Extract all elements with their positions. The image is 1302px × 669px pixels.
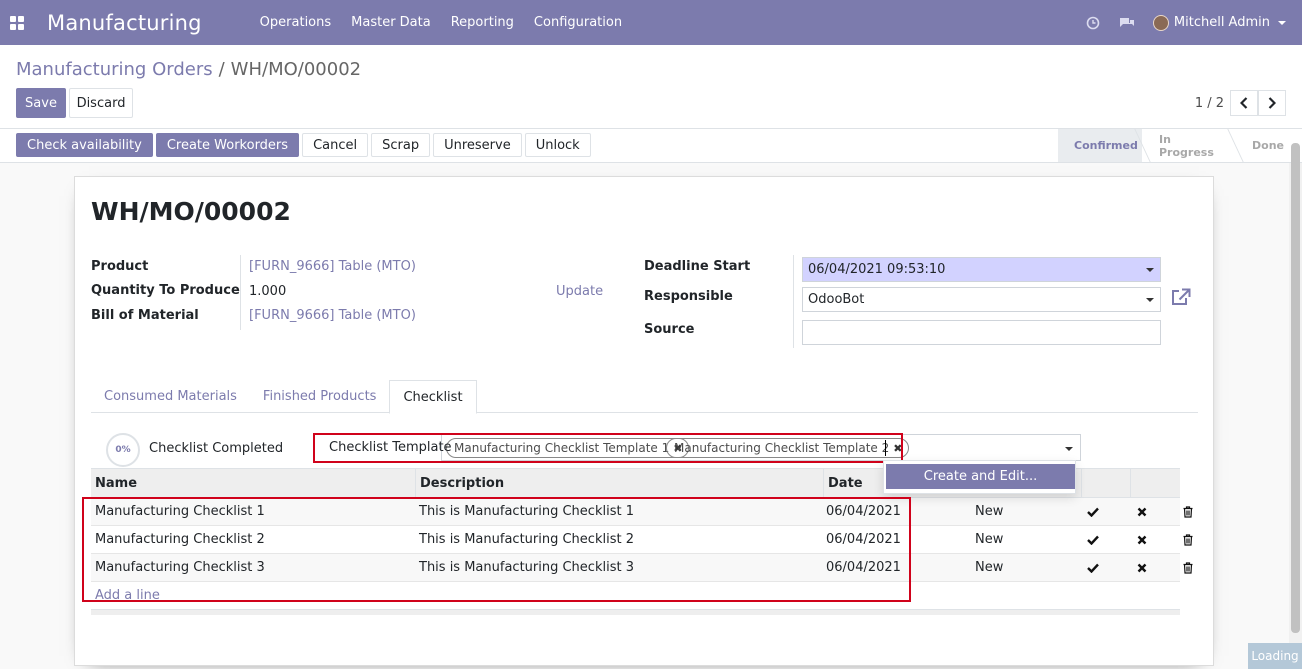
create-and-edit-option[interactable]: Create and Edit... [886,464,1075,489]
menu-item-master-data[interactable]: Master Data [341,0,441,45]
tab-finished-products[interactable]: Finished Products [250,380,390,412]
unreserve-button[interactable]: Unreserve [433,133,522,157]
source-label: Source [644,322,695,337]
scrollbar-thumb[interactable] [1291,143,1300,633]
check-icon[interactable] [1083,498,1103,526]
user-name: Mitchell Admin [1173,15,1270,30]
save-button[interactable]: Save [16,88,66,118]
top-navbar: Manufacturing Operations Master Data Rep… [0,0,1302,45]
responsible-field[interactable]: OdooBot [802,287,1161,312]
row-state: New [975,560,1004,575]
unlock-button[interactable]: Unlock [524,133,591,157]
trash-icon[interactable] [1178,498,1198,526]
check-icon[interactable] [1083,554,1103,582]
deadline-start-label: Deadline Start [644,259,751,274]
chevron-down-icon[interactable] [1065,447,1073,451]
field-divider [240,255,241,330]
cancel-button[interactable]: Cancel [302,133,369,157]
product-value[interactable]: [FURN_9666] Table (MTO) [249,259,416,274]
breadcrumb-separator: / [218,59,225,80]
check-icon[interactable] [1083,526,1103,554]
highlight-box [313,433,903,463]
breadcrumb-parent[interactable]: Manufacturing Orders [16,59,213,80]
close-icon[interactable] [1132,498,1152,526]
row-state: New [975,532,1004,547]
notebook-tabs: Consumed Materials Finished Products Che… [91,380,1198,414]
loading-indicator: Loading [1248,643,1302,669]
menu-item-reporting[interactable]: Reporting [441,0,524,45]
header-buttons: Check availability Create Workorders Can… [16,133,591,157]
pager-previous-button[interactable] [1230,90,1258,116]
responsible-label: Responsible [644,289,733,304]
pager-next-button[interactable] [1258,90,1286,116]
avatar [1152,14,1169,31]
column-action [1081,469,1130,499]
discard-button[interactable]: Discard [69,88,133,118]
user-menu[interactable]: Mitchell Admin [1152,14,1286,31]
chat-icon[interactable] [1119,15,1135,31]
table-footer [91,610,1180,615]
check-availability-button[interactable]: Check availability [16,133,153,157]
checklist-progress: 0% [106,433,140,467]
app-name[interactable]: Manufacturing [47,11,202,35]
responsible-value: OdooBot [808,292,865,307]
stage-in-progress[interactable]: In Progress [1143,129,1235,162]
source-field[interactable] [802,320,1161,345]
close-icon[interactable] [1132,526,1152,554]
main-menu: Operations Master Data Reporting Configu… [250,0,632,45]
column-action [1130,469,1180,499]
create-workorders-button[interactable]: Create Workorders [155,133,300,157]
scrap-button[interactable]: Scrap [371,133,431,157]
quantity-label: Quantity To Produce [91,283,240,298]
stage-pipeline: Confirmed In Progress Done [1058,129,1302,162]
tab-checklist[interactable]: Checklist [389,380,477,414]
column-name[interactable]: Name [91,469,415,499]
clock-icon[interactable] [1085,15,1101,31]
trash-icon[interactable] [1178,554,1198,582]
pager-value[interactable]: 1 / 2 [1195,96,1224,111]
highlight-box [82,497,911,602]
close-icon[interactable] [1132,554,1152,582]
menu-item-operations[interactable]: Operations [250,0,341,45]
quantity-value: 1.000 [249,284,287,299]
status-bar: Check availability Create Workorders Can… [0,129,1302,163]
deadline-start-value: 06/04/2021 09:53:10 [808,262,946,277]
field-divider [793,255,794,348]
product-label: Product [91,259,149,274]
record-title: WH/MO/00002 [91,197,291,226]
stage-confirmed[interactable]: Confirmed [1058,129,1142,162]
chevron-left-icon [1240,97,1248,109]
tab-consumed-materials[interactable]: Consumed Materials [91,380,250,412]
row-state: New [975,504,1004,519]
breadcrumb: Manufacturing Orders / WH/MO/00002 [16,59,361,80]
template-dropdown: Create and Edit... [883,460,1076,494]
trash-icon[interactable] [1178,526,1198,554]
deadline-start-field[interactable]: 06/04/2021 09:53:10 [802,257,1161,282]
chevron-down-icon [1146,268,1154,272]
menu-item-configuration[interactable]: Configuration [524,0,632,45]
checklist-completed-label: Checklist Completed [149,441,284,456]
pager: 1 / 2 [1195,90,1286,116]
navbar-systray: Mitchell Admin [1085,0,1302,45]
external-link-icon[interactable] [1171,288,1191,310]
chevron-down-icon [1278,20,1286,25]
apps-menu-icon[interactable] [9,15,25,31]
column-description[interactable]: Description [415,469,823,499]
bom-value[interactable]: [FURN_9666] Table (MTO) [249,308,416,323]
chevron-right-icon [1268,97,1276,109]
control-panel: Manufacturing Orders / WH/MO/00002 Save Di… [0,45,1302,129]
breadcrumb-current: WH/MO/00002 [230,59,362,80]
chevron-down-icon [1146,298,1154,302]
update-quantity-link[interactable]: Update [556,284,603,299]
bom-label: Bill of Material [91,308,199,323]
